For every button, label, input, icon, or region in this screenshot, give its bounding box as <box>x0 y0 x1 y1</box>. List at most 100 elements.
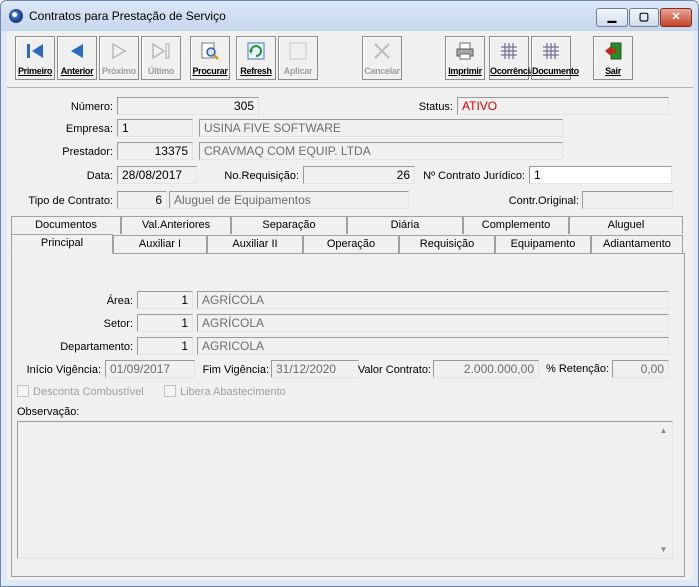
tab-documentos[interactable]: Documentos <box>11 216 121 234</box>
departamento-name-field: AGRICOLA <box>197 337 669 355</box>
apply-icon <box>289 42 307 60</box>
contrato-juridico-field[interactable]: 1 <box>529 166 672 184</box>
empresa-label: Empresa: <box>65 123 113 135</box>
exit-button-label: Sair <box>605 66 621 76</box>
first-button[interactable]: Primeiro <box>15 36 55 80</box>
desconta-combustivel-checkbox[interactable]: Desconta Combustível <box>17 385 144 398</box>
inicio-vigencia-field[interactable]: 01/09/2017 <box>105 360 195 378</box>
cancel-icon <box>374 43 390 59</box>
retencao-field[interactable]: 0,00 <box>612 360 669 378</box>
print-button[interactable]: Imprimir <box>445 36 485 80</box>
prestador-code-field[interactable]: 13375 <box>117 142 193 160</box>
scroll-up-icon[interactable]: ▲ <box>656 423 671 438</box>
numero-field[interactable]: 305 <box>117 97 259 115</box>
valor-contrato-label: Valor Contrato: <box>357 364 431 376</box>
grid-icon <box>543 43 559 59</box>
maximize-icon: ▢ <box>638 11 650 23</box>
first-record-icon <box>27 44 43 58</box>
tab-diaria[interactable]: Diária <box>347 216 463 234</box>
refresh-icon <box>247 42 265 60</box>
status-label: Status: <box>418 101 453 113</box>
search-button-label: Procurar <box>192 66 228 76</box>
data-field[interactable]: 28/08/2017 <box>117 166 197 184</box>
observacao-label: Observação: <box>17 406 80 418</box>
next-record-icon <box>112 42 127 60</box>
exit-button[interactable]: Sair <box>593 36 633 80</box>
cancel-button-label: Cancelar <box>364 66 400 76</box>
last-button-label: Último <box>147 66 175 76</box>
toolbar: Primeiro Anterior Próximo Último Procura… <box>7 31 693 88</box>
last-button[interactable]: Último <box>141 36 181 80</box>
occurrence-button-label: Ocorrência <box>490 66 535 76</box>
data-label: Data: <box>86 170 113 182</box>
requisicao-field[interactable]: 26 <box>303 166 415 184</box>
previous-button[interactable]: Anterior <box>57 36 97 80</box>
contr-original-label: Contr.Original: <box>508 195 579 207</box>
tab-auxiliar-ii[interactable]: Auxiliar II <box>207 235 303 253</box>
contr-original-field[interactable] <box>582 191 673 209</box>
cancel-button[interactable]: Cancelar <box>362 36 402 80</box>
valor-contrato-field[interactable]: 2.000.000,00 <box>433 360 539 378</box>
status-field[interactable]: ATIVO <box>457 97 669 115</box>
next-button-label: Próximo <box>102 66 136 76</box>
refresh-button[interactable]: Refresh <box>236 36 276 80</box>
first-button-label: Primeiro <box>17 66 53 76</box>
fim-vigencia-field[interactable]: 31/12/2020 <box>271 360 359 378</box>
departamento-code-field[interactable]: 1 <box>137 337 193 355</box>
window-title: Contratos para Prestação de Serviço <box>29 9 226 23</box>
checkbox-box <box>164 385 176 397</box>
tab-val-anteriores[interactable]: Val.Anteriores <box>121 216 231 234</box>
tipo-contrato-code-field[interactable]: 6 <box>117 191 167 209</box>
search-icon <box>201 42 219 60</box>
search-button[interactable]: Procurar <box>190 36 230 80</box>
empresa-code-field[interactable]: 1 <box>117 119 193 137</box>
area-name-field: AGRÍCOLA <box>197 291 669 309</box>
tab-principal[interactable]: Principal <box>11 234 113 254</box>
setor-code-field[interactable]: 1 <box>137 314 193 332</box>
printer-icon <box>456 42 474 60</box>
occurrence-button[interactable]: Ocorrência <box>489 36 535 80</box>
desconta-combustivel-label: Desconta Combustível <box>33 386 144 398</box>
previous-button-label: Anterior <box>60 66 94 76</box>
main-window: Contratos para Prestação de Serviço ▁ ▢ … <box>0 0 699 587</box>
client-area: Primeiro Anterior Próximo Último Procura… <box>7 31 693 580</box>
tab-separacao[interactable]: Separação <box>231 216 347 234</box>
last-record-icon <box>152 42 170 60</box>
close-button[interactable]: ✕ <box>660 8 692 27</box>
libera-abastecimento-label: Libera Abastecimento <box>180 386 286 398</box>
tab-operacao[interactable]: Operação <box>303 235 399 253</box>
scroll-down-icon[interactable]: ▼ <box>656 542 671 557</box>
exit-door-icon <box>605 42 622 60</box>
apply-button[interactable]: Aplicar <box>278 36 318 80</box>
document-button[interactable]: Documento <box>531 36 579 80</box>
setor-label: Setor: <box>103 318 133 330</box>
next-button[interactable]: Próximo <box>99 36 139 80</box>
maximize-button[interactable]: ▢ <box>629 8 659 27</box>
tipo-contrato-label: Tipo de Contrato: <box>28 195 113 207</box>
checkbox-box <box>17 385 29 397</box>
departamento-label: Departamento: <box>60 341 133 353</box>
minimize-button[interactable]: ▁ <box>596 8 628 27</box>
area-code-field[interactable]: 1 <box>137 291 193 309</box>
tab-complemento[interactable]: Complemento <box>463 216 569 234</box>
requisicao-label: No.Requisição: <box>224 170 299 182</box>
fim-vigencia-label: Fim Vigência: <box>202 364 269 376</box>
prestador-name-field: CRAVMAQ COM EQUIP. LTDA <box>199 142 563 160</box>
area-label: Área: <box>106 295 133 307</box>
tab-equipamento[interactable]: Equipamento <box>495 235 591 253</box>
libera-abastecimento-checkbox[interactable]: Libera Abastecimento <box>164 385 286 398</box>
title-bar[interactable]: Contratos para Prestação de Serviço ▁ ▢ … <box>1 1 698 31</box>
grid-icon <box>501 43 517 59</box>
tab-requisicao[interactable]: Requisição <box>399 235 495 253</box>
tab-aluguel[interactable]: Aluguel <box>569 216 683 234</box>
setor-name-field: AGRÍCOLA <box>197 314 669 332</box>
refresh-button-label: Refresh <box>240 66 272 76</box>
tab-auxiliar-i[interactable]: Auxiliar I <box>113 235 207 253</box>
observacao-memo[interactable]: ▲ ▼ <box>17 421 673 559</box>
retencao-label: % Retenção: <box>546 363 609 375</box>
minimize-icon: ▁ <box>607 11 617 23</box>
close-icon: ✕ <box>671 11 681 23</box>
observacao-scrollbar[interactable]: ▲ ▼ <box>656 423 671 557</box>
tab-adiantamento[interactable]: Adiantamento <box>591 235 683 253</box>
empresa-name-field: USINA FIVE SOFTWARE <box>199 119 563 137</box>
